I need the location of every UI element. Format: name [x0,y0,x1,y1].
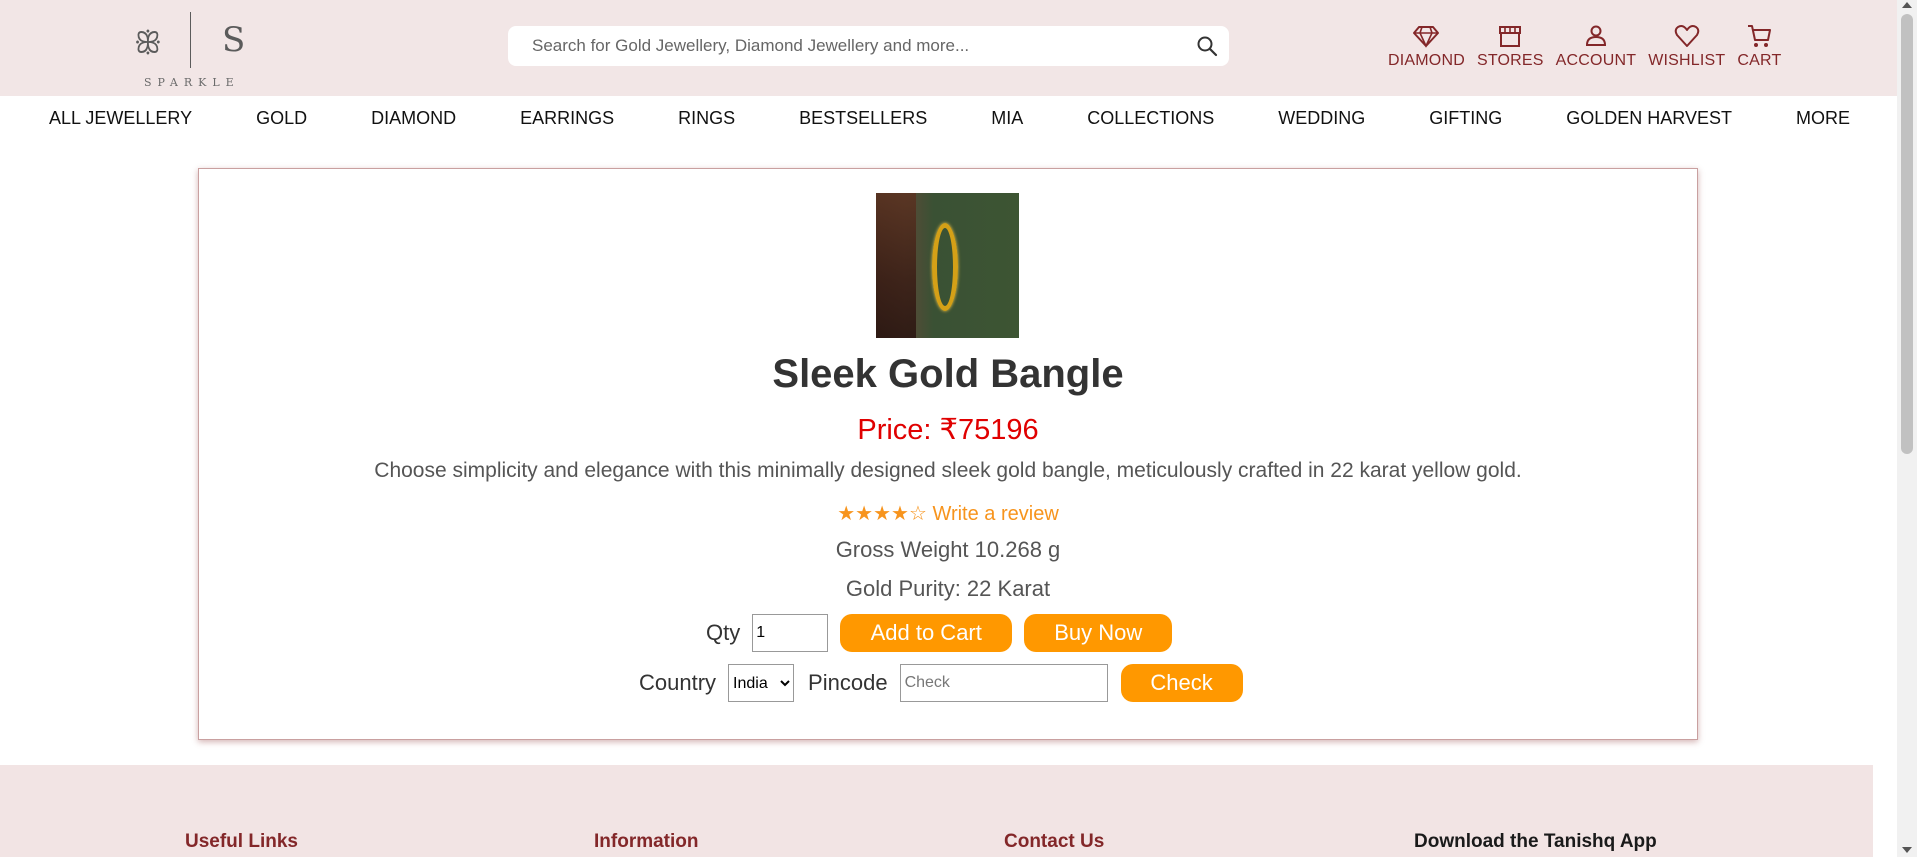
product-rating: ★★★★☆ Write a review [198,501,1698,526]
nav-item-collections[interactable]: COLLECTIONS [1087,108,1214,129]
gold-purity: Gold Purity: 22 Karat [845,576,1051,601]
footer-contact-us[interactable]: Contact Us [1004,831,1104,853]
store-icon [1499,26,1522,47]
logo-letter: S [222,20,246,60]
qty-input[interactable] [752,614,829,652]
wishlist-label: WISHLIST [1648,52,1726,69]
rating-stars: ★★★★☆ [837,503,927,525]
logo-divider [190,12,191,68]
country-select[interactable]: India [728,664,795,702]
cart-action[interactable]: CART [1737,22,1781,74]
site-footer: Useful Links Information Contact Us Down… [0,765,1873,857]
product-description: Choose simplicity and elegance with this… [374,459,1522,482]
delivery-check-row: Country India Pincode Check [639,664,1243,702]
rings-logo-icon: ꕥ [134,26,162,61]
write-review-link[interactable]: Write a review [932,503,1058,525]
footer-download-app[interactable]: Download the Tanishq App [1414,831,1657,853]
page-scrollbar[interactable] [1897,0,1917,857]
purchase-row: Qty Add to Cart Buy Now [706,614,1173,652]
footer-information[interactable]: Information [594,831,699,853]
diamond-icon [1413,26,1440,48]
search-bar [508,26,1229,66]
nav-item-bestsellers[interactable]: BESTSELLERS [799,108,927,129]
brand-logo[interactable]: ꕥ S SPARKLE [130,12,250,89]
pincode-input[interactable] [899,664,1108,702]
search-input[interactable] [508,26,1168,66]
account-icon [1585,25,1606,46]
nav-item-gold[interactable]: GOLD [256,108,307,129]
header-actions: DIAMOND STORES ACCOUNT WISHLIST CART [1388,22,1793,74]
cart-icon [1748,25,1772,47]
scroll-down-arrow-icon[interactable] [1902,847,1912,853]
image-background-box [876,193,916,338]
add-to-cart-button[interactable]: Add to Cart [840,614,1013,652]
nav-item-all-jewellery[interactable]: ALL JEWELLERY [49,108,192,129]
product-title: Sleek Gold Bangle [772,352,1124,396]
nav-item-wedding[interactable]: WEDDING [1278,108,1365,129]
page: ꕥ S SPARKLE DIAMOND [0,0,1917,857]
nav-item-rings[interactable]: RINGS [678,108,735,129]
qty-label: Qty [706,620,741,645]
nav-item-golden-harvest[interactable]: GOLDEN HARVEST [1566,108,1732,129]
wishlist-action[interactable]: WISHLIST [1648,22,1725,74]
site-header: ꕥ S SPARKLE DIAMOND [0,0,1897,96]
nav-item-more[interactable]: MORE [1796,108,1850,129]
cart-label: CART [1737,52,1782,69]
country-label: Country [639,670,717,695]
stores-action[interactable]: STORES [1477,22,1544,74]
nav-item-mia[interactable]: MIA [991,108,1023,129]
scroll-up-arrow-icon[interactable] [1902,2,1912,8]
search-icon[interactable] [1195,34,1219,58]
check-pincode-button[interactable]: Check [1120,664,1243,702]
nav-item-earrings[interactable]: EARRINGS [520,108,614,129]
logo-text: SPARKLE [144,76,240,89]
diamond-label: DIAMOND [1388,52,1465,69]
buy-now-button[interactable]: Buy Now [1024,614,1173,652]
gross-weight: Gross Weight 10.268 g [835,537,1061,562]
heart-icon [1674,25,1700,47]
stores-label: STORES [1476,52,1544,69]
footer-useful-links[interactable]: Useful Links [185,831,298,853]
account-label: ACCOUNT [1555,52,1637,69]
product-image[interactable] [876,193,1019,338]
nav-item-gifting[interactable]: GIFTING [1429,108,1502,129]
scroll-thumb[interactable] [1901,14,1913,454]
product-price: Price: ₹75196 [857,414,1039,446]
diamond-action[interactable]: DIAMOND [1388,22,1465,74]
main-nav: ALL JEWELLERY GOLD DIAMOND EARRINGS RING… [0,96,1897,140]
pincode-label: Pincode [808,670,888,695]
bangle-shape [932,223,958,311]
account-action[interactable]: ACCOUNT [1556,22,1637,74]
nav-item-diamond[interactable]: DIAMOND [371,108,456,129]
